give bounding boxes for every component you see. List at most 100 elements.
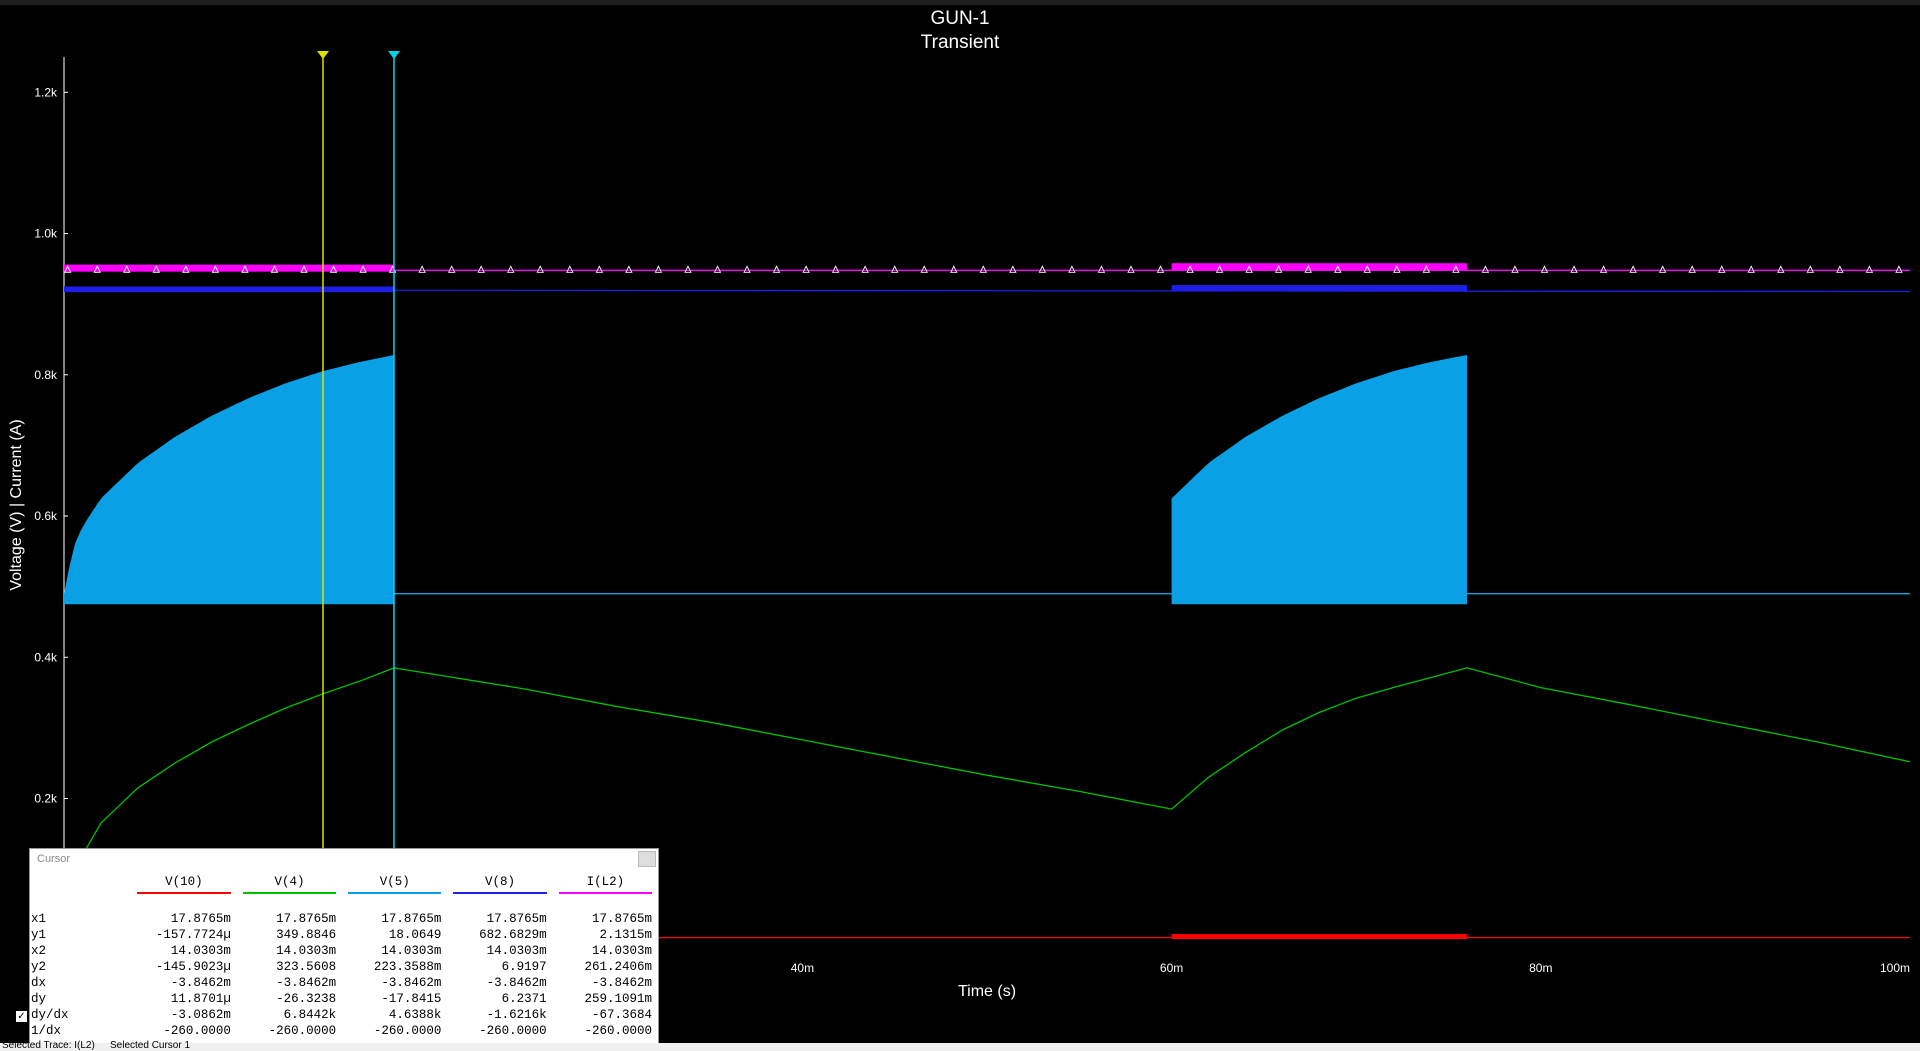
series-marker-i-l2 — [1570, 265, 1578, 273]
chart-subtitle: Transient — [921, 32, 1000, 53]
series-marker-i-l2 — [566, 265, 574, 273]
cursor-cell-value: 6.2371 — [501, 992, 547, 1006]
cursor-panel-close-button[interactable] — [638, 851, 656, 867]
series-marker-i-l2 — [684, 265, 692, 273]
cursor-column-header[interactable]: V(10) — [131, 875, 237, 895]
cursor-table-row: dy 11.8701µ -26.3238 -17.8415 6.2371 259.1091… — [30, 991, 658, 1007]
cursor-cell-value: 259.1091m — [584, 992, 652, 1006]
cursor-panel[interactable]: Cursor V(10) V(4) V(5) V(8) I(L2) x1 17.8765m… — [29, 848, 659, 1045]
series-marker-i-l2 — [625, 265, 633, 273]
cursor-2-handle[interactable] — [316, 51, 329, 59]
series-marker-i-l2 — [979, 265, 988, 273]
series-marker-i-l2 — [477, 265, 485, 273]
cursor-cell-value: 11.8701µ — [170, 992, 231, 1006]
series-marker-i-l2 — [1658, 265, 1667, 273]
series-v-5 — [64, 355, 1910, 605]
series-band-v-10 — [1171, 934, 1467, 940]
cursor-cell-value: 6.9197 — [501, 960, 547, 974]
cursor-cell-value: -1.6216k — [486, 1008, 547, 1022]
series-band-v-8 — [64, 286, 395, 293]
series-marker-i-l2 — [1629, 265, 1637, 273]
cursor-column-header[interactable]: V(8) — [447, 875, 552, 895]
cursor-1-handle[interactable] — [388, 51, 401, 59]
series-i-l2 — [63, 263, 1910, 273]
cursor-row-label: 1/dx — [31, 1024, 62, 1038]
cursor-row-label: dx — [31, 976, 47, 990]
cursor-table-row: dx -3.8462m -3.8462m -3.8462m -3.8462m -3.846… — [30, 975, 658, 991]
cursor-cell-value: 4.6388k — [388, 1008, 442, 1022]
chart-title: GUN-1 — [930, 8, 989, 29]
cursor-cell-value: -3.8462m — [170, 976, 231, 990]
y-axis-label: Voltage (V) | Current (A) — [8, 419, 25, 590]
trace-color-swatch — [242, 892, 337, 894]
series-marker-i-l2 — [1688, 265, 1696, 273]
x-tick-label: 40m — [791, 961, 814, 975]
cursor-row-label: dy/dx — [31, 1008, 69, 1022]
x-tick-label: 100m — [1880, 961, 1910, 975]
cursor-cell-value: -3.8462m — [486, 976, 547, 990]
series-marker-i-l2 — [713, 265, 722, 273]
cursor-table-row: x2 14.0303m 14.0303m 14.0303m 14.0303m 14.030… — [30, 943, 658, 959]
cursor-cell-value: -3.8462m — [276, 976, 337, 990]
series-marker-i-l2 — [1836, 265, 1844, 273]
series-marker-i-l2 — [1068, 265, 1076, 273]
cursor-column-label: V(4) — [274, 875, 305, 889]
y-tick-label: 1.0k — [34, 227, 58, 241]
series-marker-i-l2 — [1511, 265, 1519, 273]
series-marker-i-l2 — [1156, 265, 1165, 273]
series-marker-i-l2 — [1599, 265, 1608, 273]
series-band-v-5 — [64, 355, 394, 605]
series-marker-i-l2 — [772, 265, 781, 273]
series-layer — [63, 263, 1911, 940]
cursor-column-label: V(10) — [165, 875, 203, 889]
cursor-column-header[interactable]: V(5) — [342, 875, 447, 895]
series-marker-i-l2 — [1717, 265, 1726, 273]
cursor-cell-value: -67.3684 — [591, 1008, 652, 1022]
series-marker-i-l2 — [1038, 265, 1047, 273]
series-marker-i-l2 — [831, 265, 840, 273]
cursor-cell-value: 17.8765m — [591, 912, 652, 926]
series-marker-i-l2 — [890, 265, 899, 273]
cursor-cell-value: -260.0000 — [373, 1024, 442, 1038]
cursor-cell-value: 18.0649 — [388, 928, 442, 942]
series-marker-i-l2 — [447, 265, 456, 273]
cursor-column-header[interactable]: I(L2) — [553, 875, 658, 895]
cursor-column-header[interactable]: V(4) — [237, 875, 342, 895]
cursor-panel-title: Cursor — [37, 853, 71, 865]
x-tick-label: 80m — [1529, 961, 1552, 975]
cursor-row-label: x2 — [31, 944, 47, 958]
cursor-cell-value: 17.8765m — [276, 912, 337, 926]
selected-trace-status: Selected Trace: I(L2) — [2, 1040, 95, 1051]
series-marker-i-l2 — [1747, 265, 1755, 273]
cursor-table-corner — [30, 875, 131, 895]
series-marker-i-l2 — [1865, 265, 1874, 273]
cursor-panel-checkbox[interactable]: ✓ — [16, 1011, 27, 1022]
cursor-cell-value: 261.2406m — [584, 960, 652, 974]
series-marker-i-l2 — [654, 265, 663, 273]
series-marker-i-l2 — [1895, 265, 1903, 273]
cursor-cell-value: 17.8765m — [381, 912, 442, 926]
cursor-cell-value: 14.0303m — [276, 944, 337, 958]
cursor-cell-value: 14.0303m — [381, 944, 442, 958]
series-marker-i-l2 — [1097, 265, 1106, 273]
trace-color-swatch — [348, 892, 442, 894]
cursor-table-spacer — [30, 895, 658, 911]
series-marker-i-l2 — [1127, 265, 1135, 273]
trace-color-swatch — [558, 892, 652, 894]
cursor-cell-value: -3.8462m — [381, 976, 442, 990]
cursor-row-label: x1 — [31, 912, 47, 926]
selected-cursor-status: Selected Cursor 1 — [110, 1040, 191, 1051]
cursor-cell-value: -3.8462m — [591, 976, 652, 990]
series-band-i-l2 — [1171, 263, 1467, 271]
cursor-cell-value: -3.0862m — [170, 1008, 231, 1022]
cursor-row-label: y1 — [31, 928, 47, 942]
cursor-column-label: I(L2) — [586, 875, 625, 889]
cursor-table-row: y1 -157.7724µ 349.8846 18.0649 682.6829m 2.13… — [30, 927, 658, 943]
series-marker-i-l2 — [950, 265, 958, 273]
cursor-cell-value: 2.1315m — [599, 928, 652, 942]
series-marker-i-l2 — [507, 265, 515, 273]
series-marker-i-l2 — [1806, 265, 1815, 273]
y-tick-label: 0.8k — [34, 368, 58, 382]
cursor-cell-value: 682.6829m — [479, 928, 547, 942]
series-marker-i-l2 — [802, 265, 810, 273]
